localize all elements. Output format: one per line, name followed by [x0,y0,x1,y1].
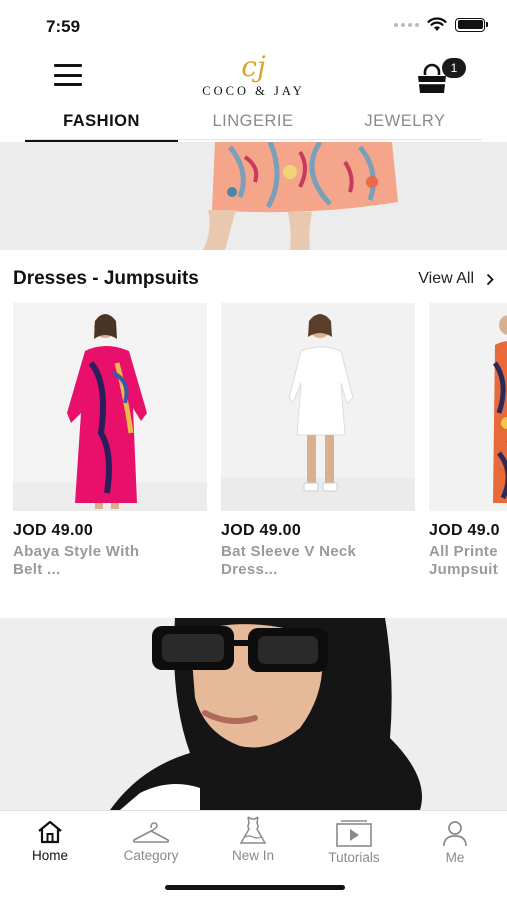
nav-home[interactable]: Home [0,811,100,873]
product-name: Abaya Style With Belt ... [13,543,207,579]
product-image[interactable] [221,303,415,511]
hanger-icon [132,822,170,843]
tab-lingerie[interactable]: LINGERIE [188,102,318,142]
product-price: JOD 49.00 [13,522,94,539]
nav-new-in[interactable]: New In [203,811,303,873]
product-card[interactable]: JOD 49.0 All Printe Jumpsuit [429,303,507,579]
nav-new-in-label: New In [231,848,275,863]
nav-tutorials[interactable]: Tutorials [304,811,404,873]
cart-button[interactable]: 1 [414,58,466,98]
view-all-label: View All [418,270,474,287]
app-header: cj COCO & JAY 1 [0,50,507,102]
product-name-line: Belt ... [13,561,61,578]
nav-category[interactable]: Category [101,811,201,873]
nav-category-label: Category [123,848,179,863]
nav-tutorials-label: Tutorials [328,850,380,865]
product-name-line: Dress... [221,561,278,578]
product-name-line: All Printe [429,543,498,560]
product-price: JOD 49.0 [429,522,500,539]
nav-me[interactable]: Me [405,811,505,873]
product-name-line: Bat Sleeve V Neck [221,543,357,560]
product-name-line: Jumpsuit [429,561,499,578]
product-price: JOD 49.00 [221,522,302,539]
battery-icon [455,17,488,32]
dress-icon [239,816,267,844]
section-header: Dresses - Jumpsuits View All [13,266,494,294]
chevron-right-icon [486,273,494,285]
brand-logo[interactable]: cj COCO & JAY [202,50,305,99]
logo-mark: cj [241,50,266,83]
hamburger-menu-icon[interactable] [54,64,82,86]
signal-dots-icon [394,22,419,27]
product-name: All Printe Jumpsuit [429,543,507,579]
status-bar: 7:59 [0,0,507,50]
product-card[interactable]: JOD 49.00 Abaya Style With Belt ... [13,303,207,579]
home-icon [38,820,62,844]
product-name: Bat Sleeve V Neck Dress... [221,543,415,579]
status-time: 7:59 [46,17,81,36]
banner-model-illustration [0,618,507,810]
product-image[interactable] [429,303,507,511]
product-image[interactable] [13,303,207,511]
product-card[interactable]: JOD 49.00 Bat Sleeve V Neck Dress... [221,303,415,579]
product-name-line: Abaya Style With [13,543,140,560]
view-all-link[interactable]: View All [418,270,494,288]
nav-me-label: Me [445,850,465,865]
user-icon [443,821,467,847]
home-indicator [165,885,345,890]
video-play-icon [336,820,372,847]
category-tabs: FASHION LINGERIE JEWELRY [0,102,507,142]
banner-dress-illustration [0,142,507,250]
tab-jewelry[interactable]: JEWELRY [340,102,470,142]
top-banner-image[interactable] [0,142,507,250]
wifi-icon [427,17,447,31]
section-title: Dresses - Jumpsuits [13,268,199,289]
cart-count-badge: 1 [442,58,466,78]
nav-home-label: Home [31,848,68,863]
bottom-banner-image[interactable] [0,618,507,810]
tabs-divider [25,139,482,140]
logo-text: COCO & JAY [202,84,305,98]
product-carousel[interactable]: JOD 49.00 Abaya Style With Belt ... JOD … [13,303,507,593]
tab-fashion[interactable]: FASHION [25,102,178,142]
status-icons [394,17,488,32]
bottom-nav: Home Category New In Tutorials Me [0,810,507,872]
